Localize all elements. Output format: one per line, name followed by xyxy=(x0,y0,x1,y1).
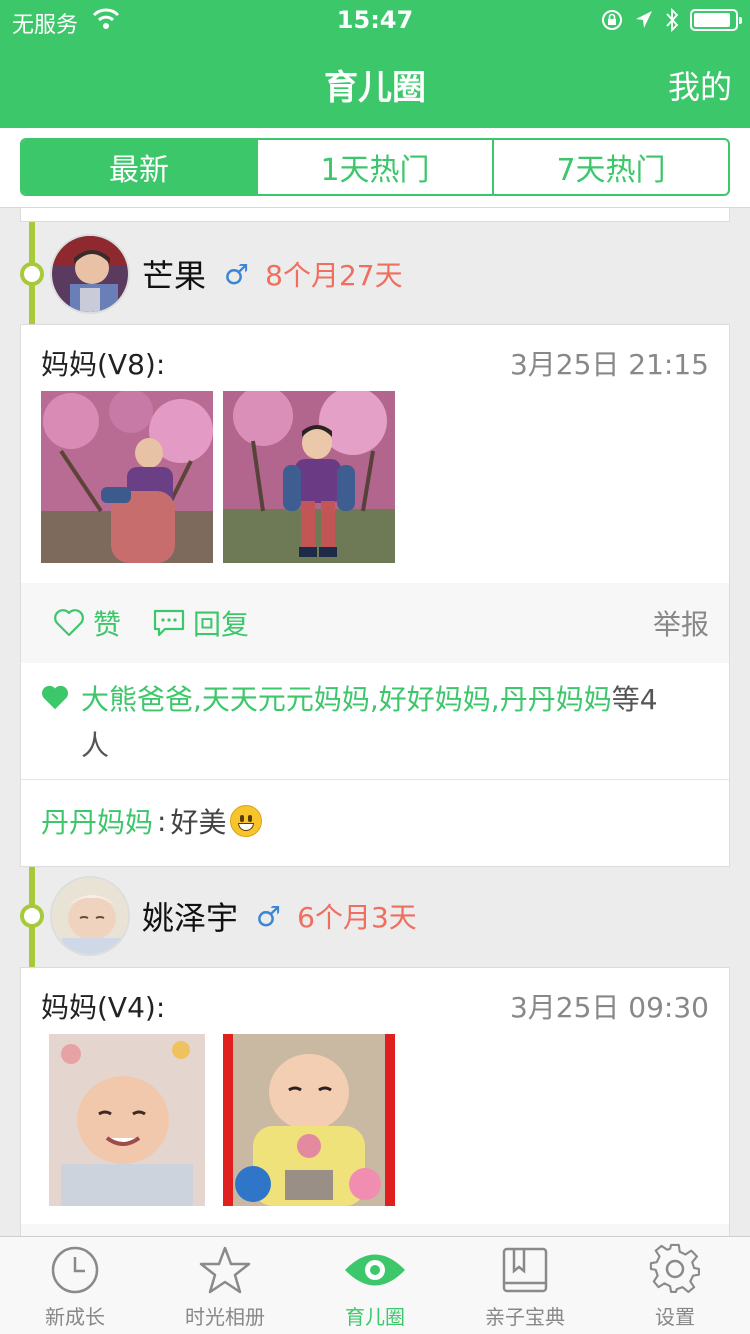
gear-icon xyxy=(649,1243,700,1294)
tab-label: 新成长 xyxy=(45,1305,105,1329)
battery-level xyxy=(694,13,730,27)
comment-separator: : xyxy=(157,804,167,838)
heart-outline-icon xyxy=(54,609,84,637)
post-actions: 赞 回复 举报 xyxy=(21,583,729,663)
avatar[interactable] xyxy=(50,876,130,956)
post-card: 妈妈(V8): 3月25日 21:15 赞 回复 举报 大熊爸爸,天天元元妈妈,… xyxy=(20,324,730,867)
reply-label: 回复 xyxy=(193,608,250,641)
status-bar: 无服务 15:47 xyxy=(0,0,750,40)
bluetooth-icon xyxy=(666,7,679,33)
likes-list: 大熊爸爸,天天元元妈妈,好好妈妈,丹丹妈妈等4人 xyxy=(41,677,681,769)
comment-author[interactable]: 丹丹妈妈 xyxy=(41,801,153,841)
post-user-row[interactable]: 姚泽宇 ♂ 6个月3天 xyxy=(50,876,417,956)
tab-time-album[interactable]: 时光相册 xyxy=(150,1237,300,1334)
divider xyxy=(21,779,729,780)
book-icon xyxy=(502,1247,548,1293)
battery-icon xyxy=(690,9,742,31)
grin-emoji-icon xyxy=(230,805,263,837)
mine-button[interactable]: 我的 xyxy=(668,62,732,108)
avatar[interactable] xyxy=(50,234,130,314)
photo-grid xyxy=(41,391,395,563)
comment-row[interactable]: 丹丹妈妈 : 好美 xyxy=(41,801,263,841)
male-icon: ♂ xyxy=(224,257,250,291)
post-photo[interactable] xyxy=(41,391,213,563)
timeline-dot xyxy=(20,262,44,286)
tab-settings[interactable]: 设置 xyxy=(600,1237,750,1334)
post-time: 3月25日 21:15 xyxy=(509,348,709,381)
male-icon: ♂ xyxy=(256,899,282,933)
baby-age: 6个月3天 xyxy=(297,901,417,934)
previous-card-bottom xyxy=(20,208,730,222)
location-icon xyxy=(636,11,652,28)
like-label: 赞 xyxy=(93,608,122,641)
tab-parenting-guide[interactable]: 亲子宝典 xyxy=(450,1237,600,1334)
post-actions xyxy=(21,1224,729,1236)
rotation-lock-icon xyxy=(602,10,622,30)
top-bar: 无服务 15:47 育儿圈 我的 xyxy=(0,0,750,128)
post-author: 妈妈(V8): xyxy=(41,348,166,381)
tab-bar: 新成长 时光相册 育儿圈 亲子宝典 设置 xyxy=(0,1236,750,1334)
report-button[interactable]: 举报 xyxy=(653,583,709,663)
tab-label: 设置 xyxy=(655,1305,695,1329)
heart-filled-icon xyxy=(41,685,69,710)
clock-icon xyxy=(51,1246,99,1294)
tab-parenting-circle[interactable]: 育儿圈 xyxy=(300,1237,450,1334)
post-time: 3月25日 09:30 xyxy=(509,991,709,1024)
post-photo[interactable] xyxy=(223,391,395,563)
feed[interactable]: 芒果 ♂ 8个月27天 妈妈(V8): 3月25日 21:15 赞 回复 举报 … xyxy=(0,208,750,1236)
photo-grid xyxy=(41,1034,395,1206)
tab-label: 时光相册 xyxy=(185,1305,265,1329)
status-right xyxy=(600,6,742,34)
post-card: 妈妈(V4): 3月25日 09:30 xyxy=(20,967,730,1236)
tab-new-growth[interactable]: 新成长 xyxy=(0,1237,150,1334)
reply-button[interactable]: 回复 xyxy=(153,583,249,663)
post-user-row[interactable]: 芒果 ♂ 8个月27天 xyxy=(50,234,403,314)
tab-label: 亲子宝典 xyxy=(485,1305,565,1329)
baby-name[interactable]: 芒果 xyxy=(142,251,206,297)
post-photo[interactable] xyxy=(223,1034,395,1206)
segment-latest[interactable]: 最新 xyxy=(22,140,256,194)
segment-bar: 最新 1天热门 7天热门 xyxy=(0,128,750,208)
likes-text: 大熊爸爸,天天元元妈妈,好好妈妈,丹丹妈妈等4人 xyxy=(41,677,681,769)
liker-names[interactable]: 大熊爸爸,天天元元妈妈,好好妈妈,丹丹妈妈 xyxy=(81,683,612,716)
post-photo[interactable] xyxy=(41,1034,213,1206)
star-icon xyxy=(199,1246,251,1294)
comment-icon xyxy=(153,609,185,637)
baby-age: 8个月27天 xyxy=(265,259,403,292)
post-author: 妈妈(V4): xyxy=(41,991,166,1024)
like-button[interactable]: 赞 xyxy=(53,583,121,663)
segment-7day-hot[interactable]: 7天热门 xyxy=(492,140,728,194)
tab-label: 育儿圈 xyxy=(345,1305,405,1329)
baby-name[interactable]: 姚泽宇 xyxy=(142,893,238,939)
segment-1day-hot[interactable]: 1天热门 xyxy=(256,140,492,194)
page-title: 育儿圈 xyxy=(324,68,426,108)
eye-icon xyxy=(345,1254,405,1286)
segmented-control: 最新 1天热门 7天热门 xyxy=(20,138,730,196)
comment-text: 好美 xyxy=(170,806,227,839)
timeline-dot xyxy=(20,904,44,928)
